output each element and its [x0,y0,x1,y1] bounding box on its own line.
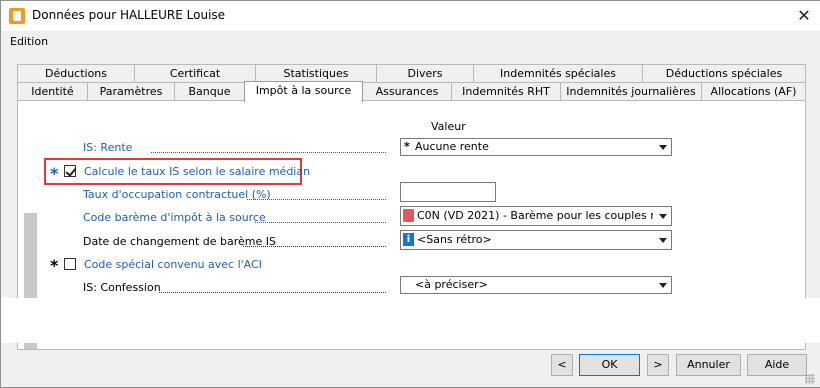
code-special-checkbox[interactable] [64,258,76,270]
star-marker: * [50,164,59,183]
chevron-down-icon [659,214,667,219]
is-confession-label: IS: Confession [83,281,161,294]
date-changement-select[interactable]: i <Sans rétro> [400,230,672,250]
tab-divers[interactable]: Divers [376,64,474,82]
taux-occupation-label: Taux d'occupation contractuel (%) [83,188,271,201]
is-rente-value: Aucune rente [415,140,489,153]
ok-button[interactable]: OK [579,354,640,376]
is-confession-select[interactable]: <à préciser> [400,276,672,294]
dialog-window: Données pour HALLEURE Louise ✕ Edition D… [0,0,820,388]
calcul-taux-median-label: Calcule le taux IS selon le salaire médi… [84,165,311,178]
chevron-down-icon [659,145,667,150]
info-icon: i [403,233,414,246]
title-bar: Données pour HALLEURE Louise ✕ [1,1,820,31]
code-special-label: Code spécial convenu avec l'ACI [84,258,262,271]
is-rente-label: IS: Rente [83,141,133,154]
tab-impot-a-la-source[interactable]: Impôt à la source [244,81,363,102]
leader-dots [151,152,386,153]
leader-dots [255,222,386,223]
chevron-down-icon [659,283,667,288]
tab-allocations-af[interactable]: Allocations (AF) [701,82,806,100]
help-button[interactable]: Aide [747,354,807,376]
tab-certificat[interactable]: Certificat [134,64,256,82]
tab-identite[interactable]: Identité [17,82,88,100]
code-bareme-select[interactable]: C0N (VD 2021) - Barème pour les couples … [400,206,672,226]
cancel-button[interactable]: Annuler [676,354,741,376]
value-column-header: Valeur [431,120,466,133]
app-icon [9,8,25,24]
content-fade [1,298,820,343]
calcul-taux-median-checkbox[interactable] [64,165,77,177]
tab-deductions-speciales[interactable]: Déductions spéciales [642,64,806,82]
next-button[interactable]: > [647,354,669,376]
tab-indemnites-rht[interactable]: Indemnités RHT [451,82,561,100]
window-title: Données pour HALLEURE Louise [32,8,226,22]
taux-occupation-input[interactable] [400,182,496,202]
tab-parametres[interactable]: Paramètres [87,82,175,100]
date-changement-value: <Sans rétro> [417,233,492,246]
star-marker: * [50,256,59,275]
tab-indemnites-journalieres[interactable]: Indemnités journalières [560,82,702,100]
leader-dots [247,199,386,200]
resize-grip-icon[interactable] [805,374,815,384]
prev-button[interactable]: < [551,354,573,376]
code-bareme-value: C0N (VD 2021) - Barème pour les couples … [417,209,653,222]
check-icon [65,165,77,177]
code-bareme-label: Code barème d'impôt à la source [83,211,266,224]
leader-dots [159,292,386,293]
menu-edition[interactable]: Edition [10,35,48,48]
is-rente-select[interactable]: * Aucune rente [400,138,672,156]
leader-dots [243,246,386,247]
tab-deductions[interactable]: Déductions [17,64,135,82]
tab-assurances[interactable]: Assurances [362,82,452,100]
menu-bar: Edition [1,31,820,53]
tab-indemnites-speciales[interactable]: Indemnités spéciales [473,64,643,82]
is-confession-value: <à préciser> [415,278,488,291]
chevron-down-icon [659,238,667,243]
tab-statistiques[interactable]: Statistiques [255,64,377,82]
close-icon[interactable]: ✕ [791,4,817,28]
tab-banque[interactable]: Banque [174,82,245,100]
warning-icon [403,209,414,222]
